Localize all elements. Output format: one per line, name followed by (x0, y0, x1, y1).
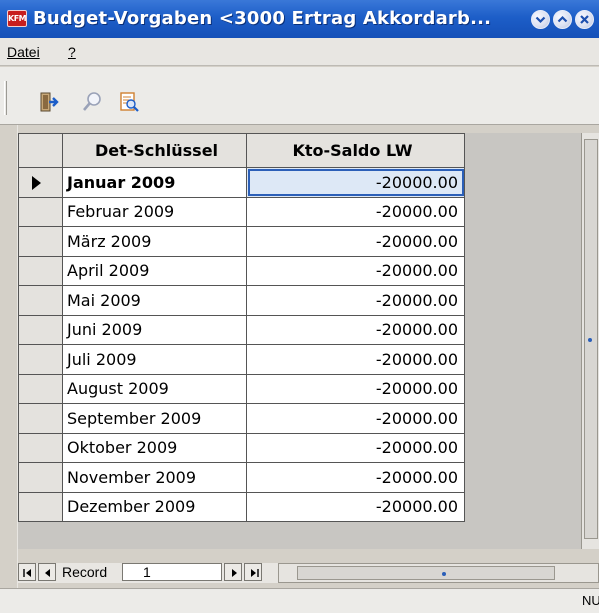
row-selector[interactable] (18, 373, 63, 404)
table-row[interactable]: September 2009 -20000.00 (18, 403, 465, 434)
grid-header-row: Det-Schlüssel Kto-Saldo LW (18, 133, 465, 168)
vertical-scrollbar[interactable] (581, 133, 599, 549)
cell-value[interactable]: -20000.00 (246, 344, 465, 375)
column-header-det-schluessel[interactable]: Det-Schlüssel (62, 133, 247, 168)
row-selector[interactable] (18, 462, 63, 493)
cell-key[interactable]: Juli 2009 (62, 344, 247, 375)
record-number-field[interactable]: 1 (122, 563, 222, 581)
table-row[interactable]: August 2009 -20000.00 (18, 373, 465, 404)
minimize-button[interactable] (531, 10, 550, 29)
chevron-up-icon (557, 15, 568, 23)
cell-value[interactable]: -20000.00 (246, 255, 465, 286)
chevron-down-icon (535, 16, 546, 24)
cell-key[interactable]: Januar 2009 (62, 167, 247, 198)
menu-bar: Datei ? (0, 38, 599, 66)
cell-value[interactable]: -20000.00 (246, 491, 465, 522)
table-row[interactable]: Dezember 2009 -20000.00 (18, 491, 465, 522)
previous-record-button[interactable] (38, 563, 56, 581)
previous-record-icon (45, 569, 50, 577)
menu-help[interactable]: ? (68, 44, 76, 60)
row-selector[interactable] (18, 491, 63, 522)
cell-key[interactable]: Mai 2009 (62, 285, 247, 316)
row-selector-header[interactable] (18, 133, 63, 168)
window-title: Budget-Vorgaben <3000 Ertrag Akkordarb..… (33, 8, 492, 29)
first-record-icon (23, 569, 31, 577)
table-row[interactable]: Mai 2009 -20000.00 (18, 285, 465, 316)
horizontal-scrollbar[interactable] (278, 563, 599, 583)
cell-value[interactable]: -20000.00 (246, 462, 465, 493)
row-selector[interactable] (18, 167, 63, 198)
cell-key[interactable]: Juni 2009 (62, 314, 247, 345)
search-icon[interactable] (81, 91, 103, 113)
table-row[interactable]: Februar 2009 -20000.00 (18, 196, 465, 227)
table-row[interactable]: Juni 2009 -20000.00 (18, 314, 465, 345)
app-logo-icon: KFM (7, 10, 27, 27)
last-record-icon (251, 569, 259, 577)
toolbar-grip[interactable] (4, 81, 7, 115)
exit-icon[interactable] (38, 91, 60, 113)
row-selector[interactable] (18, 432, 63, 463)
close-icon (580, 15, 589, 24)
scroll-grip-icon (442, 572, 446, 576)
table-row[interactable]: Januar 2009 -20000.00 (18, 167, 465, 198)
title-bar: KFM Budget-Vorgaben <3000 Ertrag Akkorda… (0, 0, 599, 38)
record-navigator: Record 1 (18, 563, 599, 583)
scroll-grip-icon (588, 338, 592, 342)
table-row[interactable]: März 2009 -20000.00 (18, 226, 465, 257)
cell-key[interactable]: September 2009 (62, 403, 247, 434)
table-row[interactable]: Oktober 2009 -20000.00 (18, 432, 465, 463)
row-selector[interactable] (18, 314, 63, 345)
cell-value[interactable]: -20000.00 (246, 314, 465, 345)
row-selector[interactable] (18, 344, 63, 375)
status-bar: NU (0, 588, 599, 613)
cell-key[interactable]: Oktober 2009 (62, 432, 247, 463)
table-row[interactable]: April 2009 -20000.00 (18, 255, 465, 286)
table-row[interactable]: November 2009 -20000.00 (18, 462, 465, 493)
next-record-icon (232, 569, 237, 577)
maximize-button[interactable] (553, 10, 572, 29)
cell-value[interactable]: -20000.00 (246, 226, 465, 257)
status-numlock: NU (582, 593, 599, 608)
cell-key[interactable]: März 2009 (62, 226, 247, 257)
cell-value[interactable]: -20000.00 (246, 403, 465, 434)
cell-key[interactable]: Februar 2009 (62, 196, 247, 227)
table-row[interactable]: Juli 2009 -20000.00 (18, 344, 465, 375)
menu-datei[interactable]: Datei (7, 44, 40, 60)
next-record-button[interactable] (224, 563, 242, 581)
cell-key[interactable]: August 2009 (62, 373, 247, 404)
cell-value[interactable]: -20000.00 (246, 167, 465, 198)
row-selector[interactable] (18, 226, 63, 257)
preview-icon[interactable] (118, 91, 140, 113)
grid-table: Det-Schlüssel Kto-Saldo LW Januar 2009 -… (18, 133, 465, 522)
first-record-button[interactable] (18, 563, 36, 581)
cell-key[interactable]: April 2009 (62, 255, 247, 286)
cell-value[interactable]: -20000.00 (246, 196, 465, 227)
current-row-arrow-icon (32, 176, 41, 190)
row-selector[interactable] (18, 403, 63, 434)
row-selector[interactable] (18, 285, 63, 316)
record-label: Record (62, 564, 108, 580)
row-selector[interactable] (18, 255, 63, 286)
toolbar (0, 67, 599, 125)
row-selector[interactable] (18, 196, 63, 227)
close-button[interactable] (575, 10, 594, 29)
horizontal-scroll-thumb[interactable] (297, 566, 555, 580)
cell-value[interactable]: -20000.00 (246, 285, 465, 316)
window-left-edge (0, 125, 18, 588)
column-header-kto-saldo[interactable]: Kto-Saldo LW (246, 133, 465, 168)
data-grid: Det-Schlüssel Kto-Saldo LW Januar 2009 -… (18, 133, 581, 549)
cell-value[interactable]: -20000.00 (246, 373, 465, 404)
cell-key[interactable]: Dezember 2009 (62, 491, 247, 522)
cell-key[interactable]: November 2009 (62, 462, 247, 493)
cell-value[interactable]: -20000.00 (246, 432, 465, 463)
last-record-button[interactable] (244, 563, 262, 581)
